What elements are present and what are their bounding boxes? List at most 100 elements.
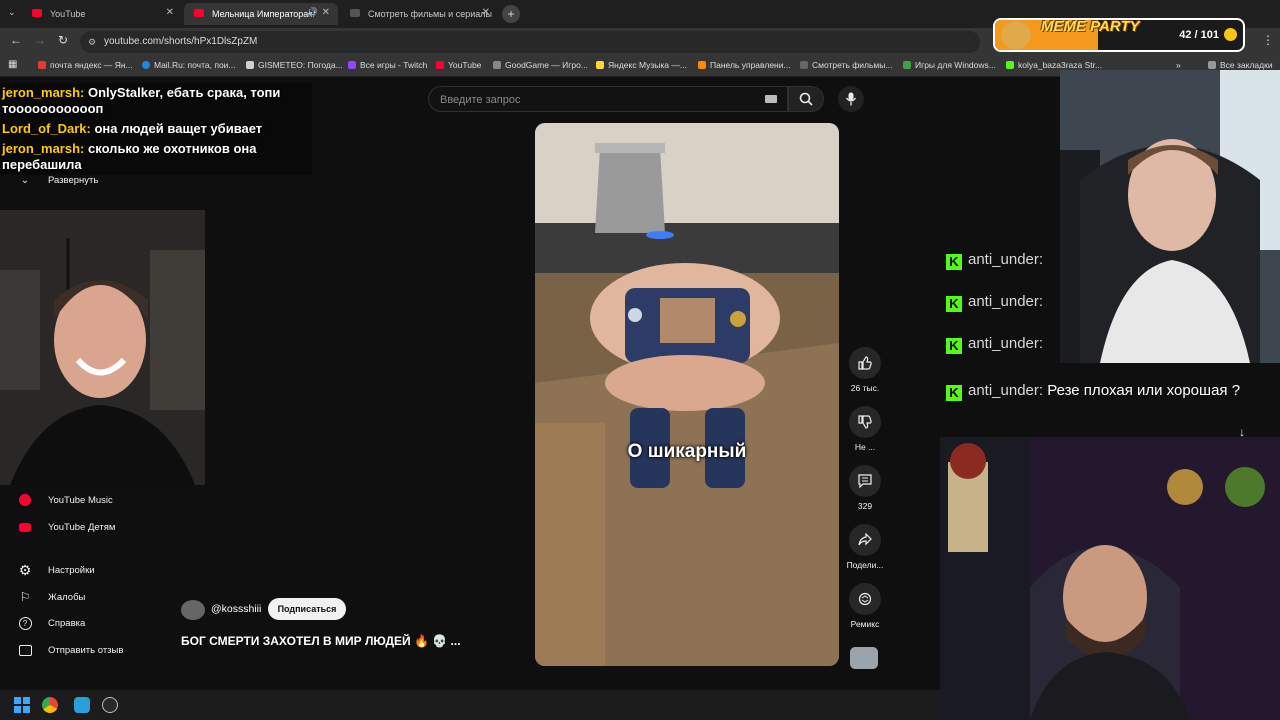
telegram-icon[interactable]: [74, 697, 90, 713]
bookmark-item[interactable]: почта яндекс — Ян...: [38, 60, 133, 70]
address-bar[interactable]: ⚙ youtube.com/shorts/hPx1DlsZpZM: [80, 31, 980, 53]
kick-logo-icon: K: [946, 296, 962, 312]
feedback-icon: [18, 643, 32, 657]
close-icon[interactable]: ✕: [166, 7, 174, 18]
kick-chat-message: Kanti_under:: [946, 251, 1043, 270]
bookmark-item[interactable]: GISMETEO: Погода...: [246, 60, 343, 70]
shorts-video-player[interactable]: О шикарный: [535, 123, 839, 666]
search-input[interactable]: Введите запрос: [428, 86, 788, 112]
search-button[interactable]: [788, 86, 824, 112]
apps-grid-icon[interactable]: ▦: [8, 59, 17, 70]
new-tab-button[interactable]: +: [502, 5, 520, 23]
tab-active-video[interactable]: Мельница Императора # 🔊 ✕: [184, 3, 338, 25]
bookmark-item[interactable]: Все игры - Twitch: [348, 60, 427, 70]
bookmark-item[interactable]: Яндекс Музыка —...: [596, 60, 687, 70]
kick-chat-user: anti_under:: [968, 251, 1044, 268]
obs-icon[interactable]: [102, 697, 118, 713]
like-button[interactable]: 26 тыс.: [843, 347, 887, 393]
bookmark-item[interactable]: GoodGame — Игро...: [493, 60, 588, 70]
menu-icon[interactable]: ⋮: [1262, 33, 1274, 47]
bookmark-item[interactable]: Смотреть фильмы...: [800, 60, 892, 70]
video-caption: О шикарный: [627, 441, 747, 462]
voice-search-button[interactable]: [838, 86, 864, 112]
windows-start-icon[interactable]: [14, 697, 30, 713]
coin-icon: [1224, 28, 1237, 41]
close-icon[interactable]: ✕: [322, 7, 330, 18]
bookmark-label: kolya_baza3raza Str...: [1018, 60, 1103, 70]
kick-logo-icon: K: [946, 338, 962, 354]
sidebar-item-feedback[interactable]: Отправить отзыв: [18, 643, 123, 657]
youtube-favicon-icon: [32, 9, 42, 17]
sidebar-expand[interactable]: ⌄ Развернуть: [18, 173, 99, 187]
remix-button[interactable]: Ремикс: [843, 583, 887, 629]
meme-party-count: 42 / 101: [1179, 29, 1219, 41]
kick-chat-message: Kanti_under:: [946, 293, 1043, 312]
webcam-right-image: [1060, 70, 1280, 363]
site-info-icon[interactable]: ⚙: [88, 31, 96, 53]
sidebar-item-reports[interactable]: ⚐ Жалобы: [18, 590, 86, 604]
forward-arrow-icon[interactable]: →: [34, 33, 46, 47]
chat-nick: jeron_marsh:: [2, 85, 85, 100]
webcam-bottom-image: [940, 437, 1280, 720]
bookmark-item[interactable]: Mail.Ru: почта, пои...: [142, 60, 236, 70]
tab-youtube[interactable]: YouTube ✕: [22, 3, 182, 25]
close-icon[interactable]: ✕: [482, 7, 490, 18]
channel-avatar[interactable]: [181, 600, 205, 620]
chat-message: Lord_of_Dark: она людей ващет убивает: [2, 121, 312, 137]
speaker-icon[interactable]: 🔊: [307, 7, 318, 18]
bookmark-label: GoodGame — Игро...: [505, 60, 588, 70]
bookmarks-overflow-icon[interactable]: »: [1176, 60, 1181, 70]
bookmark-item[interactable]: Игры для Windows...: [903, 60, 996, 70]
tab-title: Мельница Императора #: [212, 9, 316, 19]
sidebar-item-help[interactable]: ? Справка: [18, 616, 85, 630]
video-frame-image: [535, 123, 839, 666]
share-circle: [849, 524, 881, 556]
chat-text: она людей ващет убивает: [94, 121, 263, 136]
remix-icon: [858, 592, 872, 606]
scroll-down-arrow-icon[interactable]: ↓: [1239, 425, 1245, 439]
sound-thumbnail[interactable]: [850, 647, 878, 669]
streamer-webcam-left: [0, 210, 205, 485]
remix-label: Ремикс: [850, 619, 880, 629]
os-taskbar: [0, 690, 940, 720]
share-button[interactable]: Подели...: [843, 524, 887, 570]
chat-nick: Lord_of_Dark:: [2, 121, 91, 136]
youtube-music-icon: [18, 493, 32, 507]
chat-nick: jeron_marsh:: [2, 141, 85, 156]
subscribe-button[interactable]: Подписаться: [268, 598, 346, 620]
channel-name[interactable]: @kossshiii: [211, 603, 261, 615]
bookmark-label: Игры для Windows...: [915, 60, 996, 70]
stream-chat-overlay: jeron_marsh: OnlyStalker, ебать срака, т…: [0, 83, 312, 175]
bookmark-label: Яндекс Музыка —...: [608, 60, 687, 70]
url-text: youtube.com/shorts/hPx1DlsZpZM: [104, 36, 258, 47]
tab-movies[interactable]: Смотреть фильмы и сериалы ✕: [340, 3, 498, 25]
kick-chat-message: Kanti_under:: [946, 335, 1043, 354]
dislike-button[interactable]: Не ...: [843, 406, 887, 452]
help-icon: ?: [18, 616, 32, 630]
reload-icon[interactable]: ↻: [58, 33, 68, 47]
keyboard-icon[interactable]: [765, 95, 777, 103]
share-icon: [858, 533, 872, 546]
search-placeholder: Введите запрос: [440, 94, 521, 106]
sidebar-item-youtube-kids[interactable]: YouTube Детям: [18, 520, 115, 534]
youtube-favicon-icon: [194, 9, 204, 17]
chat-message: jeron_marsh: сколько же охотников она пе…: [2, 141, 307, 173]
chevron-down-icon: ⌄: [20, 174, 30, 186]
bookmark-item[interactable]: kolya_baza3raza Str...: [1006, 60, 1102, 70]
comment-icon: [858, 474, 872, 488]
video-title[interactable]: БОГ СМЕРТИ ЗАХОТЕЛ В МИР ЛЮДЕЙ 🔥 💀 ...: [181, 634, 461, 648]
sidebar-item-settings[interactable]: ⚙ Настройки: [18, 562, 95, 578]
all-bookmarks[interactable]: Все закладки: [1208, 60, 1273, 70]
bookmark-label: Mail.Ru: почта, пои...: [154, 60, 236, 70]
comments-button[interactable]: 329: [843, 465, 887, 511]
dislike-circle: [849, 406, 881, 438]
chrome-icon[interactable]: [42, 697, 58, 713]
sidebar-item-label: YouTube Music: [48, 494, 113, 506]
back-arrow-icon[interactable]: ←: [10, 33, 22, 47]
sidebar-item-youtube-music[interactable]: YouTube Music: [18, 493, 113, 507]
microphone-icon: [845, 92, 857, 106]
bookmark-item[interactable]: Панель управлени...: [698, 60, 791, 70]
tab-search-button[interactable]: ⌄: [8, 7, 16, 18]
webcam-left-image: [0, 210, 205, 485]
bookmark-item[interactable]: YouTube: [436, 60, 481, 70]
